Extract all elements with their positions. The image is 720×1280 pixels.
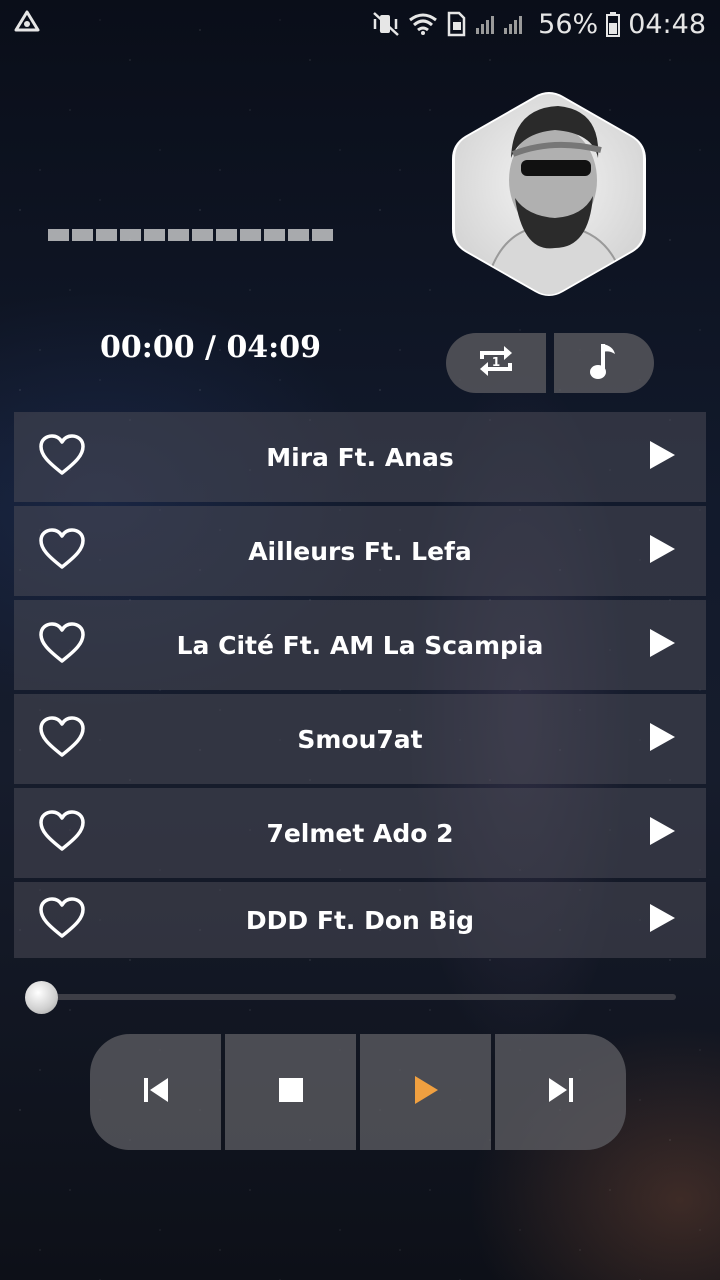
previous-button[interactable] [90,1034,221,1150]
stop-icon [278,1077,304,1107]
track-title: La Cité Ft. AM La Scampia [176,630,544,660]
equalizer-bar [264,229,285,241]
skip-previous-icon [142,1076,170,1108]
track-row[interactable]: Ailleurs Ft. Lefa [14,506,706,596]
play-icon[interactable] [648,903,676,937]
play-icon[interactable] [648,816,676,850]
music-note-button[interactable] [554,333,654,393]
heart-icon[interactable] [38,716,86,762]
track-title: Ailleurs Ft. Lefa [248,536,472,566]
clock: 04:48 [628,8,706,40]
track-title: 7elmet Ado 2 [266,818,454,848]
play-icon[interactable] [648,722,676,756]
equalizer-bar [120,229,141,241]
equalizer-bar [168,229,189,241]
album-art [443,88,655,300]
heart-icon[interactable] [38,528,86,574]
time-separator: / [194,330,227,365]
svg-text:1: 1 [492,355,500,369]
equalizer-visualizer [48,229,333,241]
next-button[interactable] [495,1034,626,1150]
track-row[interactable]: 7elmet Ado 2 [14,788,706,878]
seek-bar[interactable] [40,994,676,1000]
time-display: 00:00 / 04:09 [100,330,321,365]
track-row[interactable]: DDD Ft. Don Big [14,882,706,958]
playback-controls [90,1034,626,1150]
play-icon[interactable] [648,534,676,568]
equalizer-bar [312,229,333,241]
track-row[interactable]: Smou7at [14,694,706,784]
track-title: DDD Ft. Don Big [245,905,475,935]
repeat-one-icon: 1 [476,341,516,385]
play-icon[interactable] [648,440,676,474]
track-title: Smou7at [297,724,423,754]
equalizer-bar [144,229,165,241]
track-row[interactable]: La Cité Ft. AM La Scampia [14,600,706,690]
track-row[interactable]: Mira Ft. Anas [14,412,706,502]
equalizer-bar [240,229,261,241]
repeat-one-button[interactable]: 1 [446,333,546,393]
equalizer-bar [192,229,213,241]
music-note-icon [587,340,621,386]
status-bar: 56% 04:48 [0,0,720,48]
heart-icon[interactable] [38,897,86,943]
seek-thumb[interactable] [25,981,58,1014]
play-icon[interactable] [648,628,676,662]
equalizer-bar [288,229,309,241]
heart-icon[interactable] [38,434,86,480]
heart-icon[interactable] [38,810,86,856]
equalizer-bar [96,229,117,241]
sim-card-icon [446,11,466,37]
battery-percentage: 56% [538,8,599,40]
wifi-icon [408,12,438,36]
track-title: Mira Ft. Anas [266,442,454,472]
elapsed-time: 00:00 [100,330,195,365]
mute-vibrate-icon [372,11,400,37]
skip-next-icon [547,1076,575,1108]
app-notification-icon [14,9,40,40]
equalizer-bar [72,229,93,241]
signal-icon [474,12,530,36]
equalizer-bar [48,229,69,241]
total-duration: 04:09 [226,330,322,365]
track-list: Mira Ft. Anas Ailleurs Ft. Lefa La Cité … [14,412,706,962]
battery-icon [606,11,621,37]
heart-icon[interactable] [38,622,86,668]
stop-button[interactable] [225,1034,356,1150]
play-icon [413,1075,439,1109]
mode-buttons: 1 [446,333,654,393]
play-button[interactable] [360,1034,491,1150]
equalizer-bar [216,229,237,241]
